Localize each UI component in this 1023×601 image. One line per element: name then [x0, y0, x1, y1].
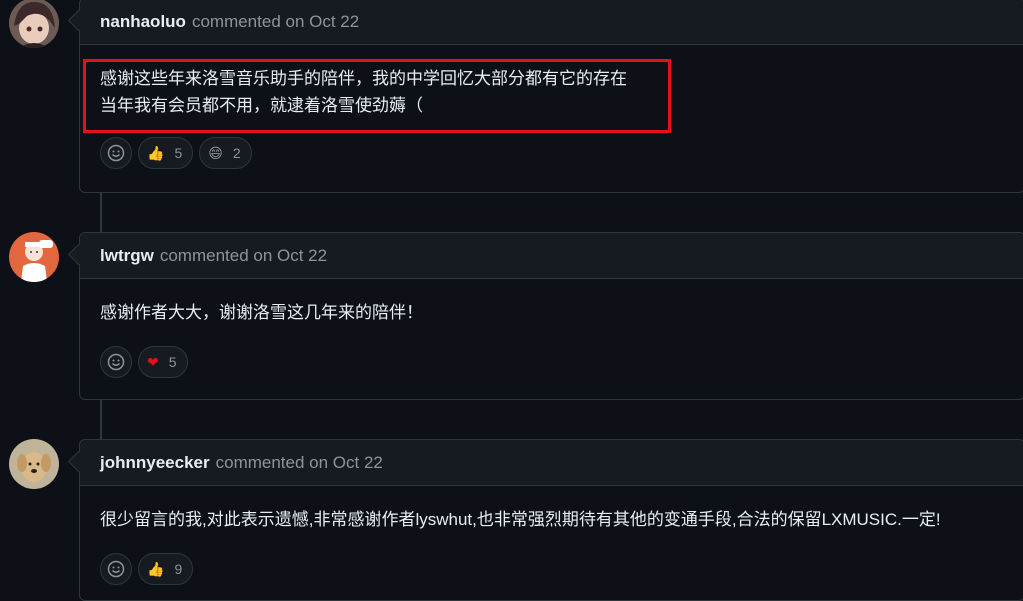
comment-header: lwtrgw commented on Oct 22	[80, 233, 1023, 279]
thumbs-up-icon: 👍	[147, 561, 165, 577]
comment-header: johnnyeecker commented on Oct 22	[80, 440, 1023, 486]
reaction-laugh[interactable]: 😄 2	[199, 137, 252, 169]
add-reaction-button[interactable]	[100, 137, 132, 169]
reactions-bar: 👍 9	[100, 553, 194, 585]
comment-timestamp[interactable]: commented on Oct 22	[160, 246, 327, 266]
reaction-thumbs-up[interactable]: 👍 9	[138, 553, 194, 585]
comment-body: 很少留言的我,对此表示遗憾,非常感谢作者lyswhut,也非常强烈期待有其他的变…	[80, 506, 1023, 533]
heart-icon: ❤	[147, 354, 159, 370]
laugh-icon: 😄	[208, 145, 223, 161]
reaction-count: 9	[174, 561, 183, 577]
reaction-count: 5	[168, 354, 177, 370]
timeline-line	[100, 400, 102, 440]
author-link[interactable]: johnnyeecker	[100, 453, 210, 473]
smiley-icon	[107, 353, 125, 371]
author-link[interactable]: lwtrgw	[100, 246, 154, 266]
timeline-line	[100, 192, 102, 232]
comment-line: 感谢作者大大，谢谢洛雪这几年来的陪伴！	[100, 303, 423, 322]
highlight-box	[83, 59, 671, 133]
reaction-heart[interactable]: ❤ 5	[138, 346, 188, 378]
comment-box: johnnyeecker commented on Oct 22 很少留言的我,…	[79, 439, 1023, 601]
add-reaction-button[interactable]	[100, 346, 132, 378]
comment-body: 感谢作者大大，谢谢洛雪这几年来的陪伴！	[80, 299, 1023, 326]
comment-timestamp[interactable]: commented on Oct 22	[216, 453, 383, 473]
reaction-thumbs-up[interactable]: 👍 5	[138, 137, 194, 169]
reaction-count: 5	[174, 145, 183, 161]
add-reaction-button[interactable]	[100, 553, 132, 585]
comment-box: lwtrgw commented on Oct 22 感谢作者大大，谢谢洛雪这几…	[79, 232, 1023, 400]
reaction-count: 2	[232, 145, 241, 161]
avatar[interactable]	[9, 232, 59, 282]
author-link[interactable]: nanhaoluo	[100, 12, 186, 32]
comment-box: nanhaoluo commented on Oct 22 感谢这些年来洛雪音乐…	[79, 0, 1023, 193]
comment-header: nanhaoluo commented on Oct 22	[80, 0, 1023, 45]
avatar[interactable]	[9, 439, 59, 489]
comment-timestamp[interactable]: commented on Oct 22	[192, 12, 359, 32]
smiley-icon	[107, 144, 125, 162]
thumbs-up-icon: 👍	[147, 145, 165, 161]
comment-line: 很少留言的我,对此表示遗憾,非常感谢作者lyswhut,也非常强烈期待有其他的变…	[100, 510, 941, 529]
avatar[interactable]	[9, 0, 59, 48]
reactions-bar: 👍 5 😄 2	[100, 137, 252, 169]
reactions-bar: ❤ 5	[100, 346, 188, 378]
smiley-icon	[107, 560, 125, 578]
